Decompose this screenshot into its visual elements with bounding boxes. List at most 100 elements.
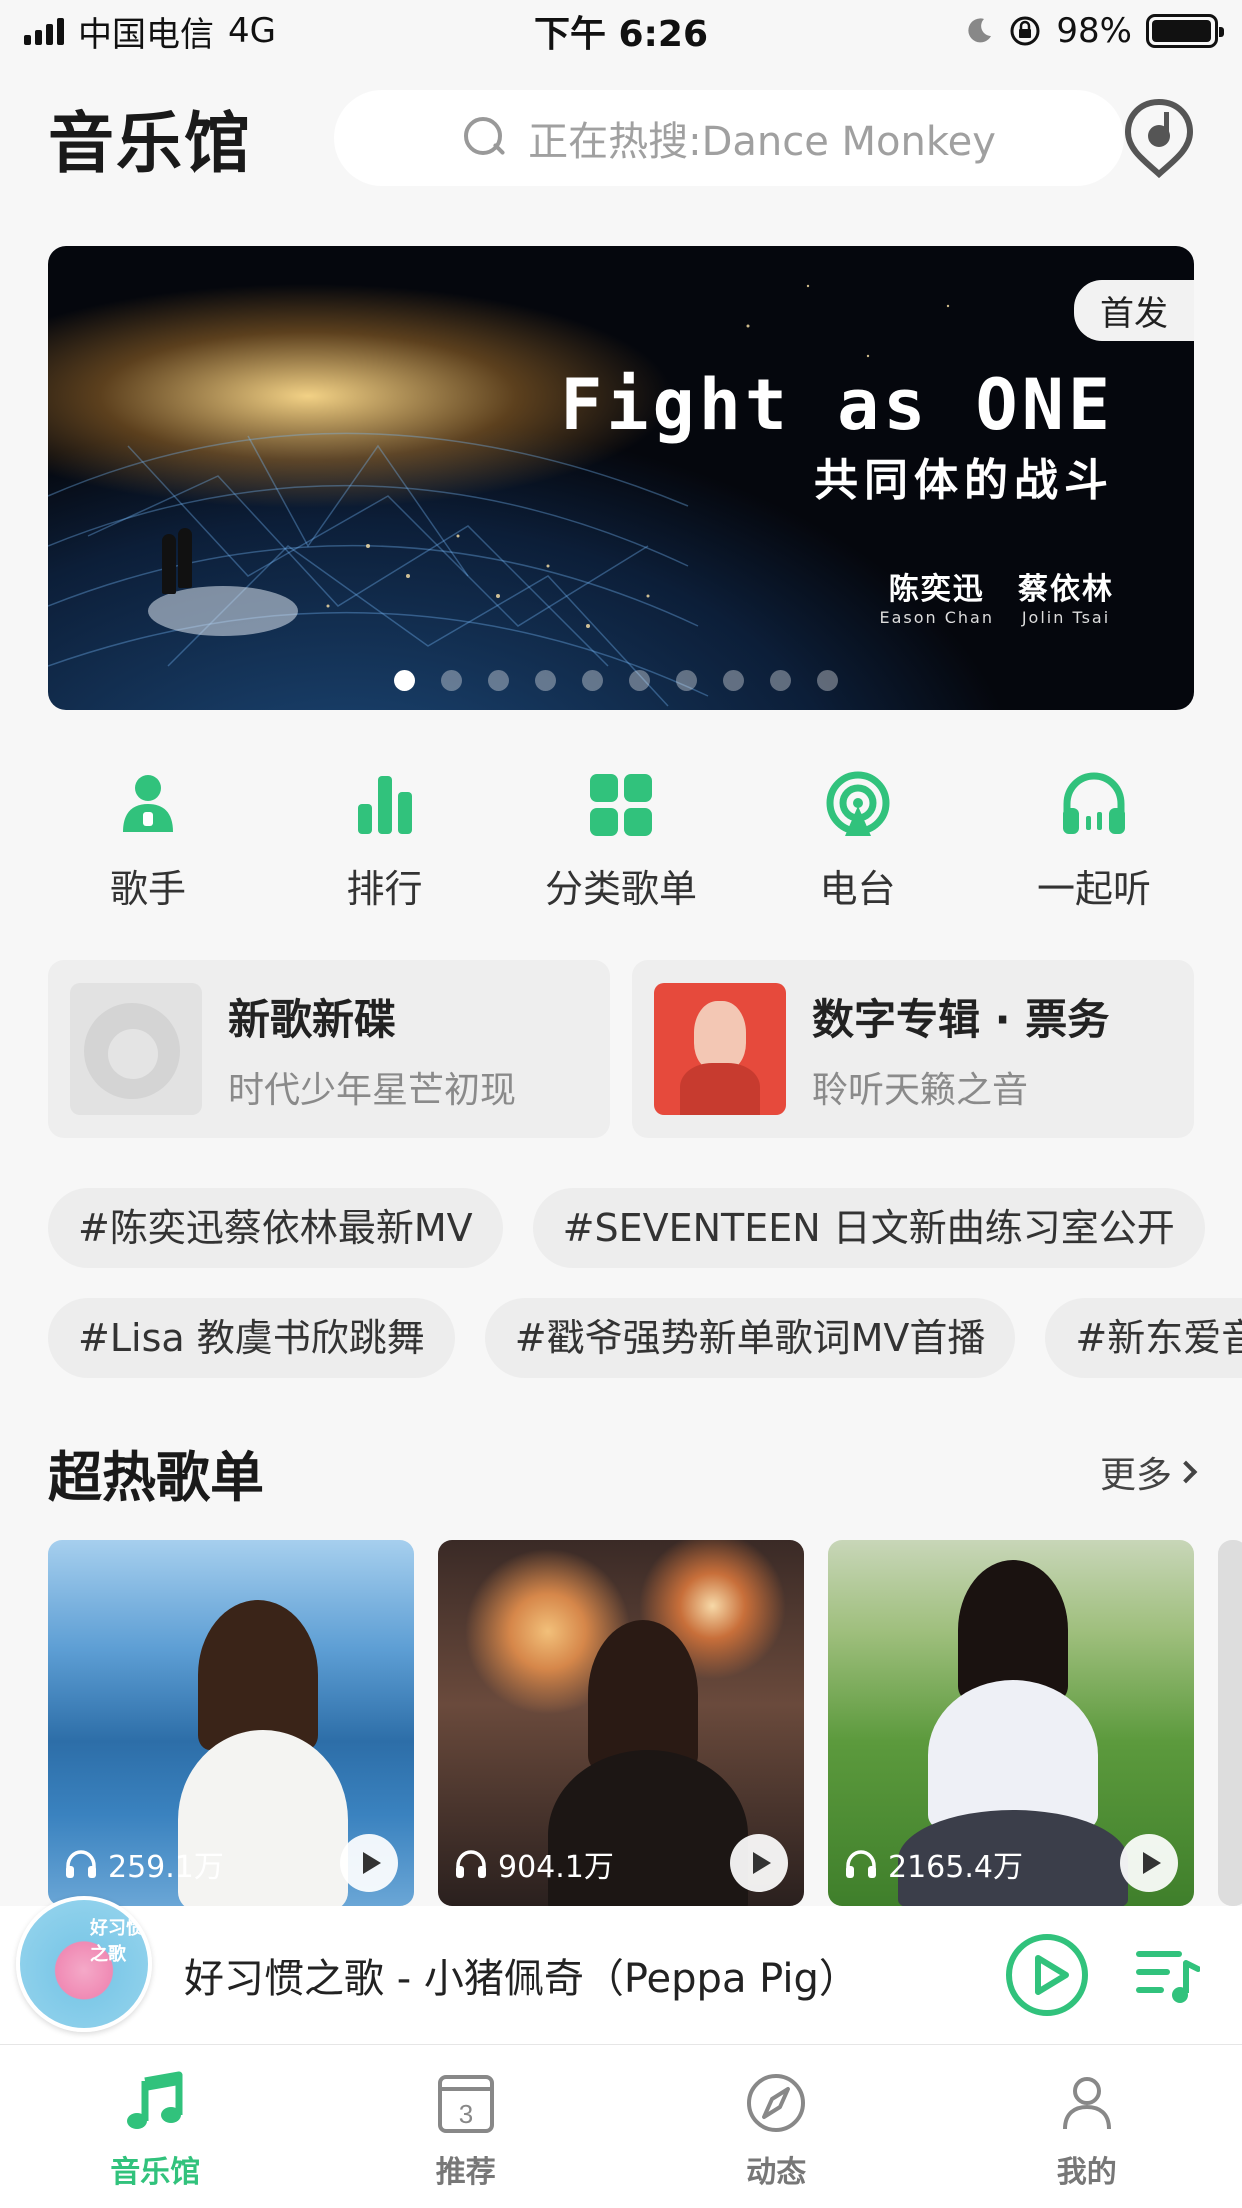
- section-header: 超热歌单 更多: [48, 1432, 1198, 1512]
- play-button[interactable]: [1120, 1834, 1178, 1892]
- card-subtitle: 时代少年星芒初现: [228, 1069, 517, 1111]
- network-type: 4G: [228, 11, 276, 51]
- now-playing-title: 好习惯之歌 - 小猪佩奇（Peppa Pig）: [184, 1956, 859, 2002]
- quick-nav: 歌手 排行 分类歌单 电台 一起听: [48, 770, 1194, 920]
- cover-text: 好习惯之歌: [90, 1918, 144, 1965]
- hashtag-row: #陈奕迅蔡依林最新MV #SEVENTEEN 日文新曲练习室公开: [48, 1188, 1205, 1268]
- artist-english-name: Jolin Tsai: [1021, 608, 1111, 627]
- profile-icon: [1062, 2077, 1111, 2130]
- tab-mine[interactable]: 我的: [932, 2045, 1242, 2208]
- battery-icon: [1146, 14, 1224, 48]
- singer-icon: [123, 775, 173, 832]
- carousel-dot[interactable]: [535, 670, 556, 691]
- more-link[interactable]: 更多: [1099, 1446, 1198, 1498]
- tab-label: 推荐: [435, 2155, 496, 2190]
- play-button[interactable]: [340, 1834, 398, 1892]
- cover-person: [928, 1680, 1098, 1830]
- nav-label: 分类歌单: [544, 867, 697, 911]
- feature-cards: 新歌新碟 时代少年星芒初现 数字专辑 · 票务 聆听天籁之音: [48, 960, 1194, 1138]
- card-subtitle: 聆听天籁之音: [812, 1069, 1029, 1111]
- carrier: 中国电信: [78, 14, 214, 55]
- search-input[interactable]: 正在热搜:Dance Monkey: [334, 90, 1124, 186]
- music-note-icon: [127, 2071, 183, 2129]
- compass-icon: [747, 2074, 806, 2132]
- tab-recommend[interactable]: 3 推荐: [311, 2045, 622, 2208]
- disc-thumbnail: [70, 983, 202, 1115]
- tab-bar: 音乐馆 3 推荐 动态 我的: [0, 2044, 1242, 2208]
- chart-icon: [357, 776, 412, 834]
- artist-english-name: Eason Chan: [879, 608, 994, 627]
- hashtag-chip[interactable]: #新东爱音: [1045, 1298, 1242, 1378]
- nav-singer[interactable]: 歌手: [48, 770, 248, 920]
- banner-badge: 首发: [1074, 280, 1194, 341]
- carousel-dot[interactable]: [441, 670, 462, 691]
- performer-figure: [178, 528, 192, 588]
- radio-icon: [826, 771, 889, 836]
- carousel-dot[interactable]: [394, 670, 415, 691]
- new-releases-card[interactable]: 新歌新碟 时代少年星芒初现: [48, 960, 610, 1138]
- tab-label: 音乐馆: [110, 2155, 201, 2190]
- album-thumbnail: [654, 983, 786, 1115]
- play-icon[interactable]: [1004, 1932, 1090, 2018]
- search-icon: [462, 115, 508, 161]
- nav-label: 一起听: [1036, 867, 1151, 911]
- carousel-dot[interactable]: [770, 670, 791, 691]
- music-recognition-icon[interactable]: [1124, 98, 1194, 178]
- category-icon: [590, 774, 652, 836]
- carousel-dot[interactable]: [488, 670, 509, 691]
- cover-person: [198, 1600, 318, 1750]
- playlist-card-peek[interactable]: [1218, 1540, 1242, 1906]
- artist-name: 蔡依林: [1018, 572, 1114, 607]
- carousel-dot[interactable]: [723, 670, 744, 691]
- carousel-dot[interactable]: [582, 670, 603, 691]
- page-title: 音乐馆: [48, 105, 252, 182]
- nav-label: 电台: [819, 867, 896, 911]
- playlist-row: 259.1万 904.1万 2165.4万: [48, 1540, 1242, 1906]
- carousel-dot[interactable]: [629, 670, 650, 691]
- digital-album-card[interactable]: 数字专辑 · 票务 聆听天籁之音: [632, 960, 1194, 1138]
- performer-figure: [162, 534, 176, 594]
- hashtag-chip[interactable]: #Lisa 教虞书欣跳舞: [48, 1298, 455, 1378]
- clock: 下午 6:26: [533, 14, 709, 55]
- now-playing-cover[interactable]: 好习惯之歌: [16, 1896, 152, 2032]
- artist: 陈奕迅 Eason Chan: [879, 564, 994, 627]
- nav-chart[interactable]: 排行: [285, 770, 485, 920]
- playlist-card[interactable]: 904.1万: [438, 1540, 804, 1906]
- tab-label: 我的: [1056, 2155, 1117, 2190]
- banner-subtitle: 共同体的战斗: [814, 455, 1114, 506]
- carousel-dot[interactable]: [676, 670, 697, 691]
- carousel-indicator: [394, 670, 838, 691]
- nav-category[interactable]: 分类歌单: [521, 770, 721, 920]
- playlist-card[interactable]: 259.1万: [48, 1540, 414, 1906]
- play-count-value: 2165.4万: [888, 1850, 1023, 1885]
- cover-person: [958, 1560, 1068, 1700]
- calendar-badge: 3: [459, 2099, 473, 2129]
- listen-together-icon: [1063, 772, 1125, 834]
- nav-radio[interactable]: 电台: [758, 770, 958, 920]
- hashtag-chip[interactable]: #戳爷强势新单歌词MV首播: [484, 1298, 1016, 1378]
- nav-label: 排行: [346, 867, 423, 911]
- tab-label: 动态: [746, 2155, 807, 2190]
- calendar-icon: 3: [437, 2075, 494, 2133]
- mini-player[interactable]: 好习惯之歌 好习惯之歌 - 小猪佩奇（Peppa Pig）: [0, 1896, 1242, 2044]
- play-count: 904.1万: [454, 1842, 614, 1886]
- hashtag-chip[interactable]: #陈奕迅蔡依林最新MV: [48, 1188, 503, 1268]
- hashtag-chip[interactable]: #SEVENTEEN 日文新曲练习室公开: [532, 1188, 1205, 1268]
- tab-music-hall[interactable]: 音乐馆: [0, 2045, 311, 2208]
- artist-name: 陈奕迅: [888, 572, 985, 607]
- card-title: 数字专辑 · 票务: [812, 994, 1110, 1044]
- banner-carousel[interactable]: 首发 Fight as ONE 共同体的战斗 陈奕迅 Eason Chan 蔡依…: [48, 246, 1194, 710]
- signal-icon: [24, 17, 64, 45]
- play-count-value: 259.1万: [108, 1850, 224, 1885]
- playlist-card[interactable]: 2165.4万: [828, 1540, 1194, 1906]
- carousel-dot[interactable]: [817, 670, 838, 691]
- nav-listen-together[interactable]: 一起听: [994, 770, 1194, 920]
- playlist-queue-icon[interactable]: [1134, 1945, 1200, 2005]
- play-button[interactable]: [730, 1834, 788, 1892]
- hashtag-row: #Lisa 教虞书欣跳舞 #戳爷强势新单歌词MV首播 #新东爱音: [48, 1298, 1242, 1378]
- tab-feed[interactable]: 动态: [621, 2045, 932, 2208]
- headphone-icon: [66, 1850, 96, 1878]
- more-label: 更多: [1099, 1455, 1172, 1496]
- artist: 蔡依林 Jolin Tsai: [1018, 564, 1114, 627]
- header: 音乐馆 正在热搜:Dance Monkey: [48, 88, 1194, 188]
